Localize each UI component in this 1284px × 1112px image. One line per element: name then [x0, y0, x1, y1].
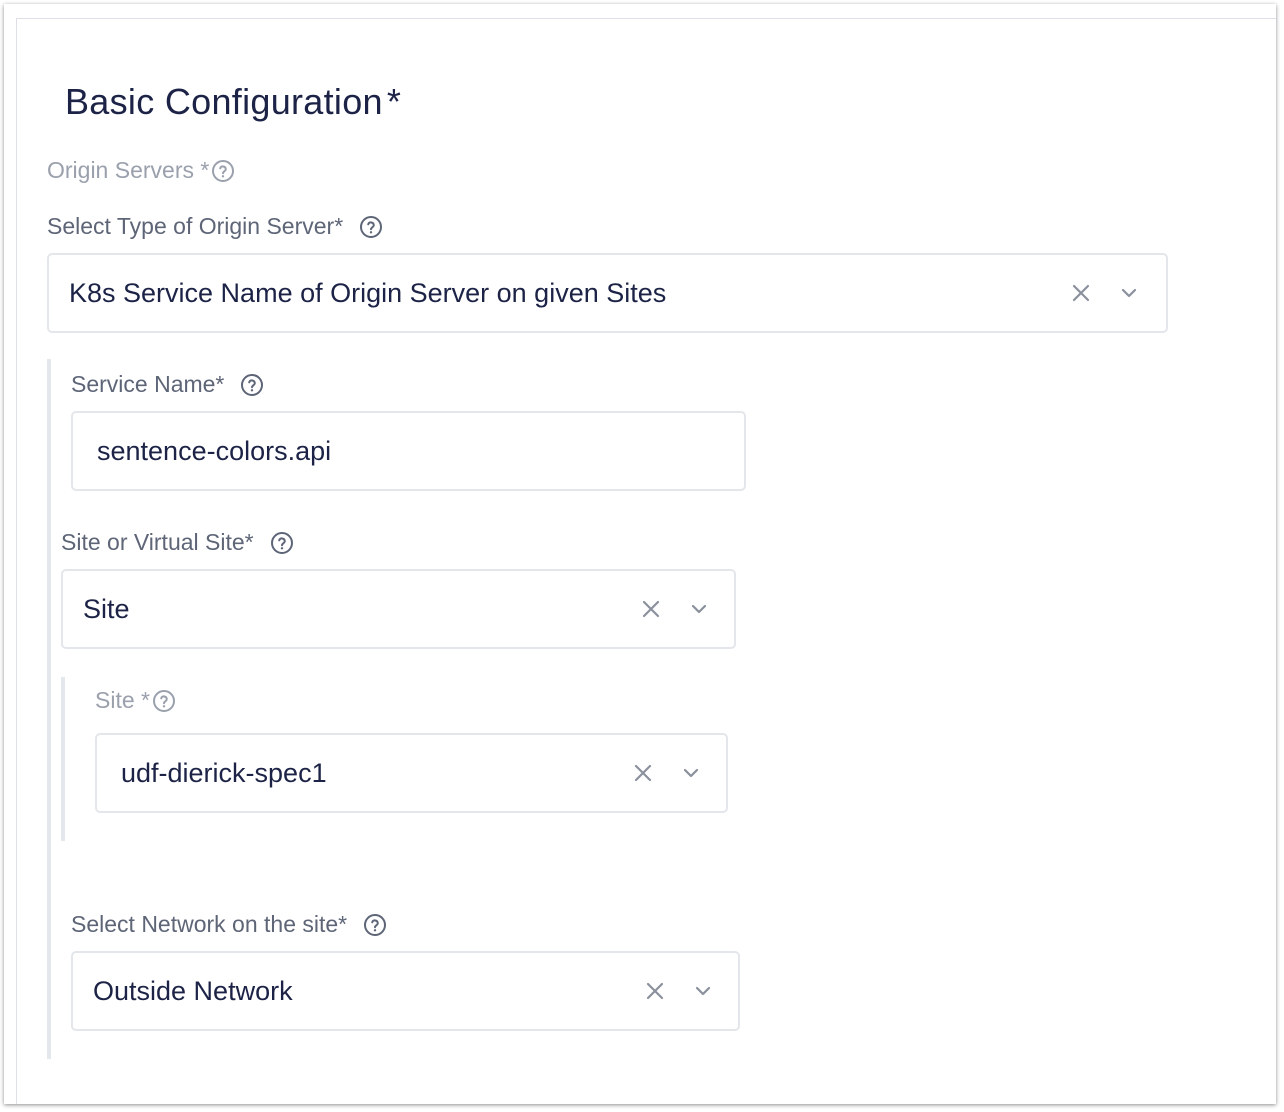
chevron-down-icon[interactable] — [678, 760, 704, 786]
network-label: Select Network on the site* — [71, 911, 348, 937]
service-name-value: sentence-colors.api — [97, 435, 332, 466]
origin-type-label: Select Type of Origin Server* — [47, 213, 344, 239]
help-icon[interactable] — [152, 689, 176, 713]
origin-type-select[interactable]: K8s Service Name of Origin Server on giv… — [47, 253, 1168, 333]
help-icon[interactable] — [359, 215, 383, 239]
origin-servers-label-row: Origin Servers * — [47, 157, 235, 184]
site-select[interactable]: udf-dierick-spec1 — [95, 733, 728, 813]
site-group-rail — [61, 677, 65, 841]
site-or-virtual-value: Site — [83, 593, 130, 624]
site-or-virtual-label-row: Site or Virtual Site* — [61, 529, 294, 556]
configuration-panel: Basic Configuration * Origin Servers * Se… — [16, 18, 1276, 1104]
site-or-virtual-select[interactable]: Site — [61, 569, 736, 649]
service-name-label-row: Service Name* — [71, 371, 264, 398]
origin-type-label-row: Select Type of Origin Server* — [47, 213, 383, 240]
section-title-text: Basic Configuration — [65, 81, 383, 122]
close-x-icon[interactable] — [630, 760, 656, 786]
close-x-icon[interactable] — [1068, 280, 1094, 306]
origin-servers-label: Origin Servers * — [47, 157, 210, 183]
network-value: Outside Network — [93, 975, 293, 1006]
nested-group-rail — [47, 359, 51, 1059]
help-icon[interactable] — [240, 373, 264, 397]
close-x-icon[interactable] — [638, 596, 664, 622]
service-name-label: Service Name* — [71, 371, 225, 397]
chevron-down-icon[interactable] — [686, 596, 712, 622]
origin-type-value: K8s Service Name of Origin Server on giv… — [69, 277, 667, 308]
site-or-virtual-label: Site or Virtual Site* — [61, 529, 254, 555]
site-label-row: Site * — [95, 687, 176, 714]
chevron-down-icon[interactable] — [1116, 280, 1142, 306]
required-mark: * — [386, 81, 402, 122]
chevron-down-icon[interactable] — [690, 978, 716, 1004]
window-frame: Basic Configuration * Origin Servers * Se… — [4, 4, 1276, 1104]
section-title: Basic Configuration * — [65, 81, 401, 123]
site-value: udf-dierick-spec1 — [121, 757, 327, 788]
network-label-row: Select Network on the site* — [71, 911, 387, 938]
help-icon[interactable] — [270, 531, 294, 555]
close-x-icon[interactable] — [642, 978, 668, 1004]
help-icon[interactable] — [211, 159, 235, 183]
help-icon[interactable] — [363, 913, 387, 937]
service-name-input[interactable]: sentence-colors.api — [71, 411, 746, 491]
network-select[interactable]: Outside Network — [71, 951, 740, 1031]
site-label: Site * — [95, 687, 150, 713]
